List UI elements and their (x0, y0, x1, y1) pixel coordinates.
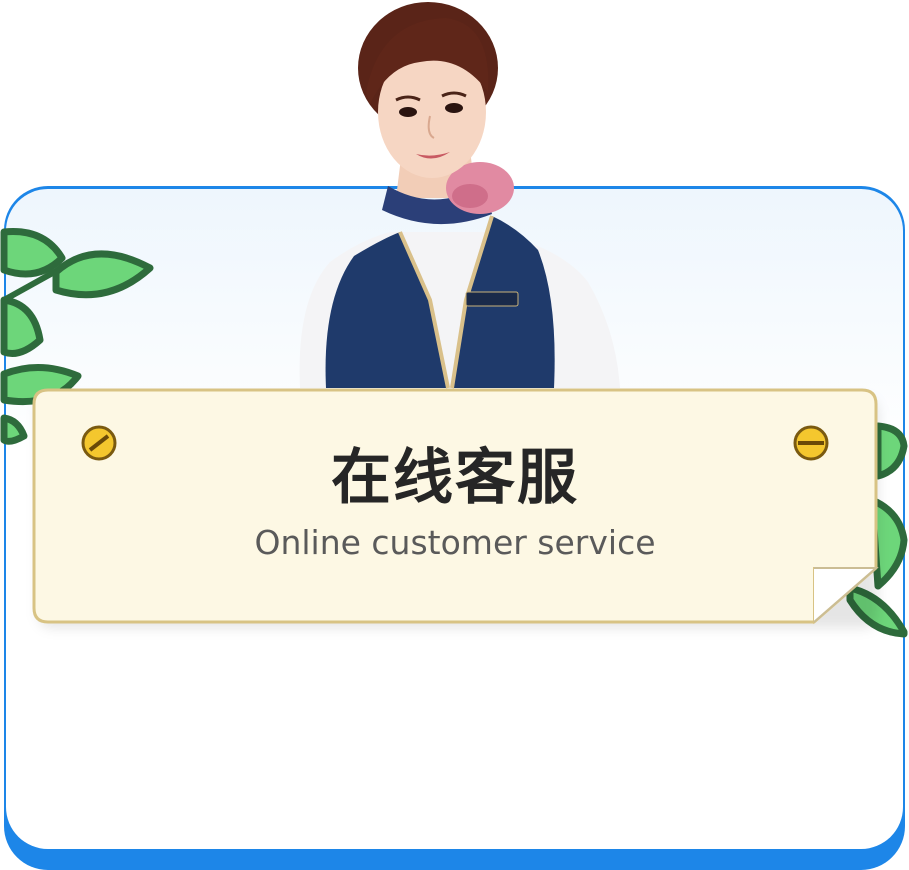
title-board (32, 388, 879, 625)
customer-service-card-stage: 在线客服 Online customer service (0, 0, 909, 870)
card-subtitle: Online customer service (254, 523, 656, 562)
card-title: 在线客服 (331, 443, 579, 513)
